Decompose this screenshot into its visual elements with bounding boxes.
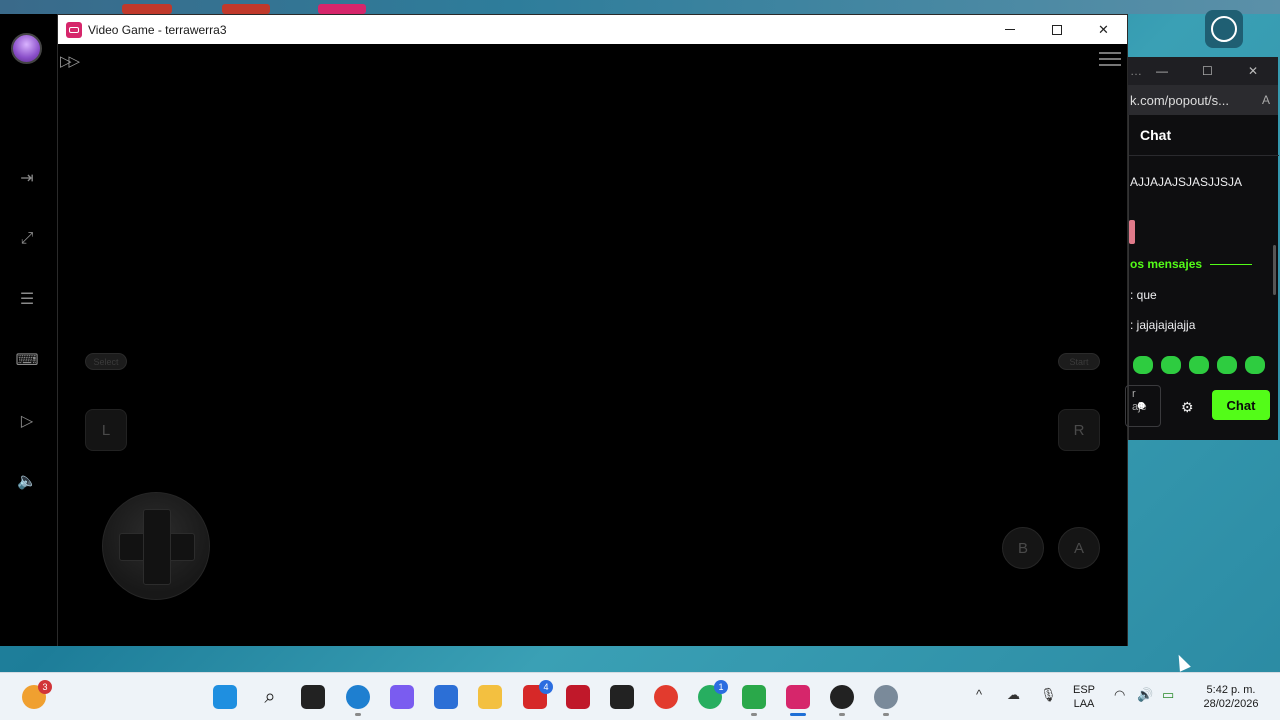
- start-icon[interactable]: [213, 685, 237, 709]
- emote-icon[interactable]: [1161, 356, 1181, 374]
- scrollbar[interactable]: [1273, 245, 1276, 295]
- dropbox-icon[interactable]: [610, 685, 634, 709]
- language-top: ESP: [1072, 684, 1095, 696]
- desktop-app-tab: [318, 4, 366, 14]
- minimize-button[interactable]: [986, 15, 1033, 44]
- maximize-button[interactable]: ☐: [1202, 64, 1213, 78]
- address-bar[interactable]: k.com/popout/s... A: [1128, 85, 1278, 115]
- ellipsis-icon: …: [1130, 64, 1142, 78]
- emote-image: [1129, 220, 1135, 244]
- gear-icon[interactable]: ⚙: [1181, 399, 1194, 416]
- chat-message: : jajajajajajja: [1130, 318, 1196, 332]
- exit-icon[interactable]: ⇥: [17, 168, 37, 188]
- obs-icon[interactable]: [830, 685, 854, 709]
- chat-window-titlebar[interactable]: … — ☐ ✕: [1128, 57, 1278, 85]
- chat-message: : que: [1130, 288, 1157, 302]
- emulator-sidebar: ⇥ ⤢ ☰ ⌨ ▷ 🔈: [0, 14, 57, 646]
- mouse-cursor: [1173, 652, 1191, 672]
- emote-bar: [1133, 356, 1265, 374]
- keyboard-icon[interactable]: ⌨: [15, 350, 38, 370]
- mcafee-icon[interactable]: [566, 685, 590, 709]
- select-button[interactable]: Select: [85, 353, 127, 370]
- search-icon[interactable]: ⌕: [258, 685, 282, 709]
- chevron-up-icon[interactable]: ^: [976, 687, 982, 702]
- running-indicator: [751, 713, 757, 716]
- dpad[interactable]: [102, 492, 210, 600]
- a-button[interactable]: A: [1058, 527, 1100, 569]
- game-screen[interactable]: ▷▷ Select Start L R B A: [58, 44, 1127, 646]
- whatsapp-icon[interactable]: 1: [698, 680, 728, 709]
- emote-icon[interactable]: [1189, 356, 1209, 374]
- chat-input[interactable]: r aje ☻: [1125, 385, 1161, 427]
- close-button[interactable]: ✕: [1080, 15, 1127, 44]
- r-button[interactable]: R: [1058, 409, 1100, 451]
- file-explorer-icon[interactable]: [478, 685, 502, 709]
- lens-app-icon[interactable]: 4: [523, 680, 553, 709]
- game-launcher-icon[interactable]: [742, 685, 766, 709]
- emoji-icon[interactable]: ☻: [1135, 398, 1148, 412]
- volume-icon[interactable]: 🔈: [17, 471, 37, 491]
- widgets-icon[interactable]: 3: [22, 680, 52, 709]
- language-indicator[interactable]: ESP LAA: [1070, 683, 1098, 711]
- taskbar: 3 ⌕ 4 1 ^ ☁ 🎙 ESP LAA ◠ 🔊 ▭ 5:42 p. m. 2…: [0, 672, 1280, 720]
- video-game-app-icon[interactable]: [786, 685, 810, 709]
- speaker-icon[interactable]: 🔊: [1137, 687, 1153, 703]
- window-titlebar[interactable]: Video Game - terrawerra3 ✕: [58, 15, 1127, 44]
- running-indicator: [355, 713, 361, 716]
- task-view-icon[interactable]: [301, 685, 325, 709]
- label-icon[interactable]: ▷: [17, 411, 37, 431]
- clock[interactable]: 5:42 p. m. 28/02/2026: [1196, 683, 1266, 711]
- running-indicator: [883, 713, 889, 716]
- notification-badge: 3: [38, 680, 52, 694]
- start-button[interactable]: Start: [1058, 353, 1100, 370]
- wifi-icon[interactable]: ◠: [1114, 687, 1125, 703]
- settings-sliders-icon[interactable]: ☰: [17, 289, 37, 309]
- l-button[interactable]: L: [85, 409, 127, 451]
- microphone-icon[interactable]: 🎙: [1040, 687, 1057, 703]
- emote-icon[interactable]: [1133, 356, 1153, 374]
- edge-icon[interactable]: [346, 685, 370, 709]
- avatar[interactable]: [11, 33, 42, 64]
- chat-panel: Chat AJJAJAJSJASJJSJA os mensajes : que …: [1125, 115, 1279, 440]
- battery-icon[interactable]: ▭: [1162, 687, 1174, 703]
- running-indicator: [839, 713, 845, 716]
- maximize-button[interactable]: [1033, 15, 1080, 44]
- wps-office-icon[interactable]: [654, 685, 678, 709]
- chat-send-button[interactable]: Chat: [1212, 390, 1270, 420]
- chat-header: Chat: [1129, 115, 1279, 156]
- fast-forward-icon[interactable]: ▷▷: [60, 52, 80, 70]
- notification-badge: 4: [539, 680, 553, 694]
- chat-message: AJJAJAJSJASJJSJA: [1130, 175, 1243, 189]
- desktop-app-tab: [222, 4, 270, 14]
- url-text: k.com/popout/s...: [1130, 92, 1229, 108]
- time-text: 5:42 p. m.: [1206, 684, 1256, 696]
- read-aloud-icon[interactable]: A: [1262, 93, 1270, 107]
- new-messages-label: os mensajes: [1130, 257, 1203, 271]
- dpad-vertical: [143, 509, 171, 585]
- window-title: Video Game - terrawerra3: [88, 22, 227, 37]
- settings-icon[interactable]: [874, 685, 898, 709]
- store-icon[interactable]: [434, 685, 458, 709]
- minimize-button[interactable]: —: [1156, 64, 1168, 78]
- language-bottom: LAA: [1073, 698, 1095, 710]
- desktop-background-strip: [0, 0, 1280, 14]
- emote-icon[interactable]: [1217, 356, 1237, 374]
- copilot-icon[interactable]: [390, 685, 414, 709]
- desktop-app-tab: [122, 4, 172, 14]
- game-window: Video Game - terrawerra3 ✕ ▷▷ Select Sta…: [57, 14, 1128, 646]
- b-button[interactable]: B: [1002, 527, 1044, 569]
- new-messages-divider: os mensajes: [1130, 257, 1253, 271]
- active-indicator: [790, 713, 806, 716]
- desktop-app-icon[interactable]: [1205, 10, 1243, 48]
- gamepad-icon: [66, 21, 82, 38]
- emote-icon[interactable]: [1245, 356, 1265, 374]
- onedrive-icon[interactable]: ☁: [1007, 687, 1020, 703]
- menu-icon[interactable]: [1099, 52, 1121, 70]
- chat-popout-window: … — ☐ ✕ k.com/popout/s... A Chat AJJAJAJ…: [1125, 57, 1279, 440]
- fullscreen-icon[interactable]: ⤢: [17, 229, 37, 249]
- notification-badge: 1: [714, 680, 728, 694]
- close-button[interactable]: ✕: [1248, 64, 1258, 78]
- date-text: 28/02/2026: [1203, 698, 1259, 710]
